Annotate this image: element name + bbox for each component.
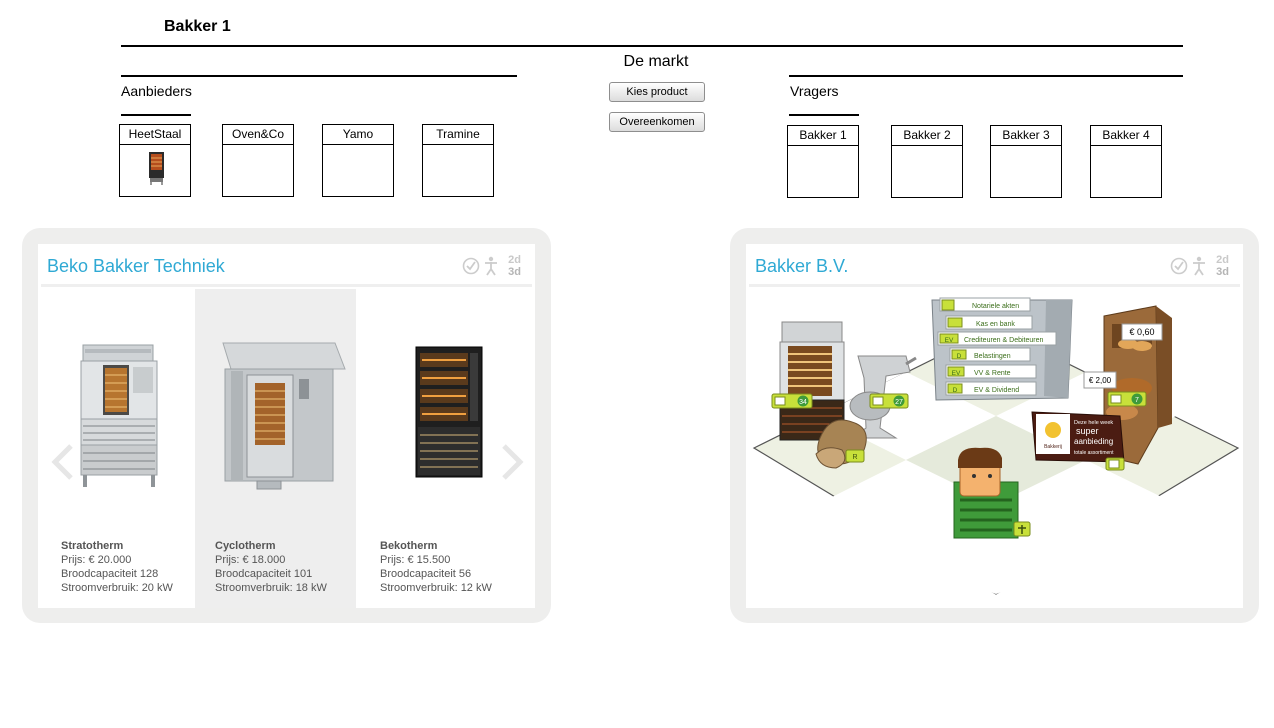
agree-button[interactable]: Overeenkomen — [609, 112, 705, 132]
price-tag-1[interactable]: € 0,60 — [1121, 323, 1163, 341]
product-name: Cyclotherm — [215, 540, 276, 552]
buyers-label: Vragers — [790, 83, 839, 99]
buyers-divider — [789, 75, 1183, 77]
buyer-name: Bakker 1 — [788, 126, 858, 146]
product-card-cyclotherm[interactable]: Cyclotherm Prijs: € 18.000 Broodcapacite… — [195, 289, 356, 608]
product-price: Prijs: € 20.000 — [61, 554, 132, 566]
product-power: Stroomverbruik: 12 kW — [380, 582, 492, 594]
buyer-box-bakker-2[interactable]: Bakker 2 — [891, 125, 963, 198]
view-toggle[interactable]: 2d 3d — [508, 254, 521, 278]
supplier-panel: Beko Bakker Techniek 2d 3d Stratotherm P… — [22, 228, 551, 623]
bekotherm-oven-image — [415, 346, 483, 478]
buyer-panel-content: Bakker B.V. 2d 3d 34 27 R Notariele akte… — [746, 244, 1243, 608]
person-icon[interactable] — [1191, 256, 1207, 276]
oven-badge: 34 — [799, 399, 807, 406]
view-controls: 2d 3d — [462, 254, 521, 278]
buyer-name: Bakker 4 — [1091, 126, 1161, 146]
cabinet-label-1: Notariele akten — [972, 303, 1019, 310]
ad-line-4: totale assortiment — [1074, 450, 1114, 456]
header-divider — [121, 45, 1183, 47]
cabinet-label-6: EV & Dividend — [974, 387, 1019, 394]
buyer-box-bakker-4[interactable]: Bakker 4 — [1090, 125, 1162, 198]
mixer-tag[interactable]: 27 — [869, 393, 909, 409]
cabinet-code-5: EV — [952, 370, 961, 377]
ad-line-3: aanbieding — [1074, 437, 1113, 446]
cabinet-code-4: D — [957, 353, 962, 360]
product-capacity: Broodcapaciteit 56 — [380, 568, 472, 580]
supplier-name: Yamo — [323, 125, 393, 145]
market-title: De markt — [623, 53, 689, 70]
supplier-box-ovenco[interactable]: Oven&Co — [222, 124, 294, 197]
ad-line-2: super — [1076, 426, 1099, 436]
view-2d-option[interactable]: 2d — [508, 254, 521, 266]
supplier-box-yamo[interactable]: Yamo — [322, 124, 394, 197]
product-card-bekotherm[interactable]: Bekotherm Prijs: € 15.500 Broodcapacitei… — [356, 289, 532, 608]
bakery-scene[interactable]: 34 27 R Notariele akten Kas en bank EV C… — [746, 288, 1243, 608]
product-price: Prijs: € 15.500 — [380, 554, 451, 566]
cabinet-label-5: VV & Rente — [974, 370, 1011, 377]
buyer-panel-title: Bakker B.V. — [755, 256, 849, 276]
oven-thumbnail-icon — [149, 152, 164, 185]
choose-product-button[interactable]: Kies product — [609, 82, 705, 102]
price-label-1: € 0,60 — [1129, 327, 1154, 337]
stratotherm-oven-image — [80, 344, 158, 487]
buyer-name: Bakker 2 — [892, 126, 962, 146]
supplier-box-heetstaal[interactable]: HeetStaal — [119, 124, 191, 197]
next-arrow-icon[interactable] — [500, 444, 524, 480]
product-power: Stroomverbruik: 20 kW — [61, 582, 173, 594]
shelf-badge: 7 — [1135, 397, 1139, 404]
suppliers-selected-indicator — [121, 114, 191, 116]
panel-separator — [749, 284, 1240, 287]
panel-separator — [41, 284, 532, 287]
supplier-name: HeetStaal — [120, 125, 190, 145]
buyer-box-bakker-3[interactable]: Bakker 3 — [990, 125, 1062, 198]
product-price: Prijs: € 18.000 — [215, 554, 286, 566]
previous-arrow-icon[interactable] — [51, 444, 75, 480]
cabinet-code-3: EV — [945, 337, 954, 344]
product-power: Stroomverbruik: 18 kW — [215, 582, 327, 594]
price-label-2: € 2,00 — [1089, 376, 1112, 385]
buyer-panel: Bakker B.V. 2d 3d 34 27 R Notariele akte… — [730, 228, 1259, 623]
cabinet-label-3: Crediteuren & Debiteuren — [964, 337, 1043, 344]
cabinet-label-4: Belastingen — [974, 353, 1011, 360]
mixer-badge: 27 — [895, 399, 903, 406]
product-name: Bekotherm — [380, 540, 438, 552]
view-toggle[interactable]: 2d 3d — [1216, 254, 1229, 278]
shelf-tag[interactable]: 7 — [1107, 391, 1147, 407]
product-info: Cyclotherm Prijs: € 18.000 Broodcapacite… — [215, 539, 327, 595]
buyers-selected-indicator — [789, 114, 859, 116]
price-tag-2[interactable]: € 2,00 — [1083, 371, 1117, 389]
suppliers-divider — [121, 75, 517, 77]
oven-tag[interactable]: 34 — [771, 393, 813, 409]
supplier-panel-content: Beko Bakker Techniek 2d 3d Stratotherm P… — [38, 244, 535, 608]
product-info: Bekotherm Prijs: € 15.500 Broodcapacitei… — [380, 539, 492, 595]
check-circle-icon[interactable] — [462, 257, 480, 275]
buyer-name: Bakker 3 — [991, 126, 1061, 146]
cabinet-code-6: D — [953, 387, 958, 394]
view-2d-option[interactable]: 2d — [1216, 254, 1229, 266]
product-name: Stratotherm — [61, 540, 124, 552]
supplier-panel-title: Beko Bakker Techniek — [47, 256, 225, 276]
view-3d-option[interactable]: 3d — [1216, 266, 1229, 278]
product-capacity: Broodcapaciteit 128 — [61, 568, 159, 580]
supplier-name: Tramine — [423, 125, 493, 145]
product-info: Stratotherm Prijs: € 20.000 Broodcapacit… — [61, 539, 173, 595]
supplier-box-tramine[interactable]: Tramine — [422, 124, 494, 197]
cabinet-label-2: Kas en bank — [976, 321, 1015, 328]
person-icon[interactable] — [483, 256, 499, 276]
cyclotherm-oven-image — [222, 342, 346, 490]
check-circle-icon[interactable] — [1170, 257, 1188, 275]
product-capacity: Broodcapaciteit 101 — [215, 568, 313, 580]
product-card-stratotherm[interactable]: Stratotherm Prijs: € 20.000 Broodcapacit… — [41, 289, 195, 608]
supplier-name: Oven&Co — [223, 125, 293, 145]
user-title: Bakker 1 — [164, 18, 231, 35]
view-controls: 2d 3d — [1170, 254, 1229, 278]
suppliers-label: Aanbieders — [121, 83, 192, 99]
view-3d-option[interactable]: 3d — [508, 266, 521, 278]
flour-badge: R — [852, 454, 857, 461]
buyer-box-bakker-1[interactable]: Bakker 1 — [787, 125, 859, 198]
ad-logo-text: Bakkerij — [1044, 444, 1062, 450]
